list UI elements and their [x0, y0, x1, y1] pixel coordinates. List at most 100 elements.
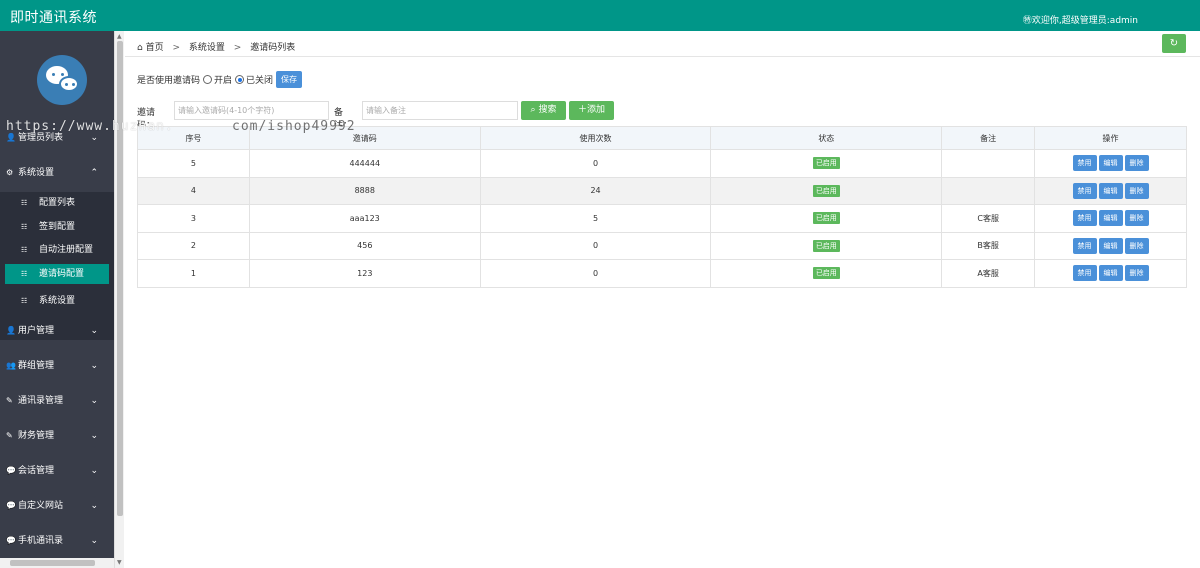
list-icon: ☷ [21, 270, 28, 278]
watermark-part-b: com/ishop49992 [232, 119, 356, 134]
breadcrumb-current: 邀请码列表 [250, 43, 296, 53]
scrollbar-thumb[interactable] [117, 41, 123, 516]
list-icon: ☷ [21, 199, 28, 207]
wechat-logo-icon [37, 55, 87, 105]
search-icon: ⌕ [530, 105, 536, 115]
disable-button[interactable]: 禁用 [1072, 155, 1097, 172]
home-icon: ⌂ [137, 43, 143, 53]
disable-button[interactable]: 禁用 [1072, 237, 1097, 254]
disable-button[interactable]: 禁用 [1072, 182, 1097, 199]
sub-item-label: 系统设置 [39, 296, 76, 306]
search-button[interactable]: ⌕ 搜索 [521, 101, 566, 120]
chat-icon: 💬 [6, 536, 16, 545]
cell-uses: 0 [479, 259, 712, 288]
edit-button[interactable]: 编辑 [1098, 182, 1123, 199]
radio-enable[interactable] [203, 75, 213, 84]
cell-id: 2 [137, 231, 250, 260]
menu-label: 财务管理 [18, 431, 55, 441]
sub-item-label: 自动注册配置 [39, 245, 94, 255]
disable-button[interactable]: 禁用 [1072, 265, 1097, 282]
disable-button[interactable]: 禁用 [1072, 210, 1097, 227]
plus-icon: ＋ [577, 105, 587, 115]
main-content: ⌂ 首页 > 系统设置 > 邀请码列表 ↻ 是否使用邀请码 开启 已关闭 保存 … [125, 31, 1200, 568]
invite-code-input[interactable]: 请输入邀请码(4-10个字符) [174, 101, 329, 120]
sub-item-system-settings[interactable]: ☷ 系统设置 [5, 291, 109, 311]
edit-icon: ✎ [6, 431, 13, 440]
cell-actions: 禁用 编辑 删除 [1034, 176, 1187, 205]
delete-button[interactable]: 删除 [1124, 210, 1149, 227]
delete-button[interactable]: 删除 [1124, 182, 1149, 199]
menu-label: 管理员列表 [18, 133, 64, 143]
sub-item-config-list[interactable]: ☷ 配置列表 [5, 193, 109, 213]
list-icon: ☷ [21, 223, 28, 231]
menu-custom-website[interactable]: 💬 自定义网站 ⌄ [0, 491, 114, 521]
sub-item-label: 配置列表 [39, 198, 76, 208]
menu-label: 会话管理 [18, 466, 55, 476]
menu-user-management[interactable]: 👤 用户管理 ⌄ [0, 316, 114, 346]
add-button[interactable]: ＋添加 [569, 101, 614, 120]
menu-finance-management[interactable]: ✎ 财务管理 ⌄ [0, 421, 114, 451]
save-button[interactable]: 保存 [276, 71, 303, 88]
status-badge: 已启用 [812, 239, 840, 252]
cell-code: 444444 [248, 149, 481, 178]
search-button-label: 搜索 [538, 105, 557, 115]
edit-button[interactable]: 编辑 [1098, 155, 1123, 172]
table-row: 4 8888 24 已启用 禁用 编辑 删除 [137, 176, 1187, 205]
edit-button[interactable]: 编辑 [1098, 210, 1123, 227]
sub-item-label: 邀请码配置 [39, 269, 85, 279]
cell-status: 已启用 [710, 176, 943, 205]
cell-note: A客服 [941, 259, 1036, 288]
app-title: 即时通讯系统 [10, 10, 97, 26]
breadcrumb-system-settings[interactable]: 系统设置 [189, 43, 225, 53]
menu-label: 群组管理 [18, 361, 55, 371]
watermark-part-a: https://www.huzhan. [6, 119, 174, 134]
edit-button[interactable]: 编辑 [1098, 265, 1123, 282]
cell-code: 456 [248, 231, 481, 260]
welcome-text[interactable]: ㊕欢迎你,超级管理员:admin [1023, 13, 1138, 26]
delete-button[interactable]: 删除 [1124, 155, 1149, 172]
cell-code: 8888 [248, 176, 481, 205]
cell-actions: 禁用 编辑 删除 [1034, 204, 1187, 233]
cell-actions: 禁用 编辑 删除 [1034, 259, 1187, 288]
cell-status: 已启用 [710, 259, 943, 288]
chevron-down-icon: ⌄ [90, 466, 98, 476]
status-badge: 已启用 [812, 184, 840, 197]
breadcrumb-home[interactable]: 首页 [146, 43, 164, 53]
chat-icon: 💬 [6, 466, 16, 475]
cell-uses: 5 [479, 204, 712, 233]
scroll-up-arrow-icon[interactable]: ▲ [117, 33, 122, 40]
sub-item-checkin-config[interactable]: ☷ 签到配置 [5, 217, 109, 237]
sidebar-horizontal-scrollbar[interactable] [0, 558, 114, 568]
sub-item-invite-config[interactable]: ☷ 邀请码配置 [5, 264, 109, 284]
delete-button[interactable]: 删除 [1124, 265, 1149, 282]
radio-disabled[interactable] [235, 75, 245, 84]
menu-session-management[interactable]: 💬 会话管理 ⌄ [0, 456, 114, 486]
menu-phone-contacts[interactable]: 💬 手机通讯录 ⌄ [0, 526, 114, 556]
note-input[interactable]: 请输入备注 [362, 101, 518, 120]
cell-note [941, 149, 1036, 178]
edit-button[interactable]: 编辑 [1098, 237, 1123, 254]
sidebar-scrollbar[interactable]: ▲ ▼ [114, 31, 124, 568]
menu-group-management[interactable]: 👥 群组管理 ⌄ [0, 351, 114, 381]
sub-item-auto-register-config[interactable]: ☷ 自动注册配置 [5, 240, 109, 260]
cell-status: 已启用 [710, 149, 943, 178]
status-badge: 已启用 [812, 157, 840, 170]
cell-uses: 24 [479, 176, 712, 205]
menu-system-settings[interactable]: ⚙ 系统设置 ⌃ [0, 158, 114, 188]
refresh-button[interactable]: ↻ [1162, 34, 1186, 53]
menu-contacts-management[interactable]: ✎ 通讯录管理 ⌄ [0, 386, 114, 416]
scroll-down-arrow-icon[interactable]: ▼ [117, 559, 122, 566]
menu-label: 系统设置 [18, 168, 55, 178]
delete-button[interactable]: 删除 [1124, 237, 1149, 254]
table-row: 1 123 0 已启用 A客服 禁用 编辑 删除 [137, 259, 1187, 288]
sub-item-label: 签到配置 [39, 222, 76, 232]
menu-label: 通讯录管理 [18, 396, 64, 406]
cell-note: B客服 [941, 231, 1036, 260]
cell-uses: 0 [479, 149, 712, 178]
horizontal-scrollbar-thumb[interactable] [10, 560, 95, 566]
cell-note: C客服 [941, 204, 1036, 233]
refresh-icon: ↻ [1169, 38, 1179, 49]
sidebar: 👤 管理员列表 ⌄ ⚙ 系统设置 ⌃ ☷ 配置列表 ☷ 签到配置 ☷ 自动注册配置 ☷ 邀请… [0, 31, 114, 568]
cell-code: aaa123 [248, 204, 481, 233]
cell-id: 1 [137, 259, 250, 288]
